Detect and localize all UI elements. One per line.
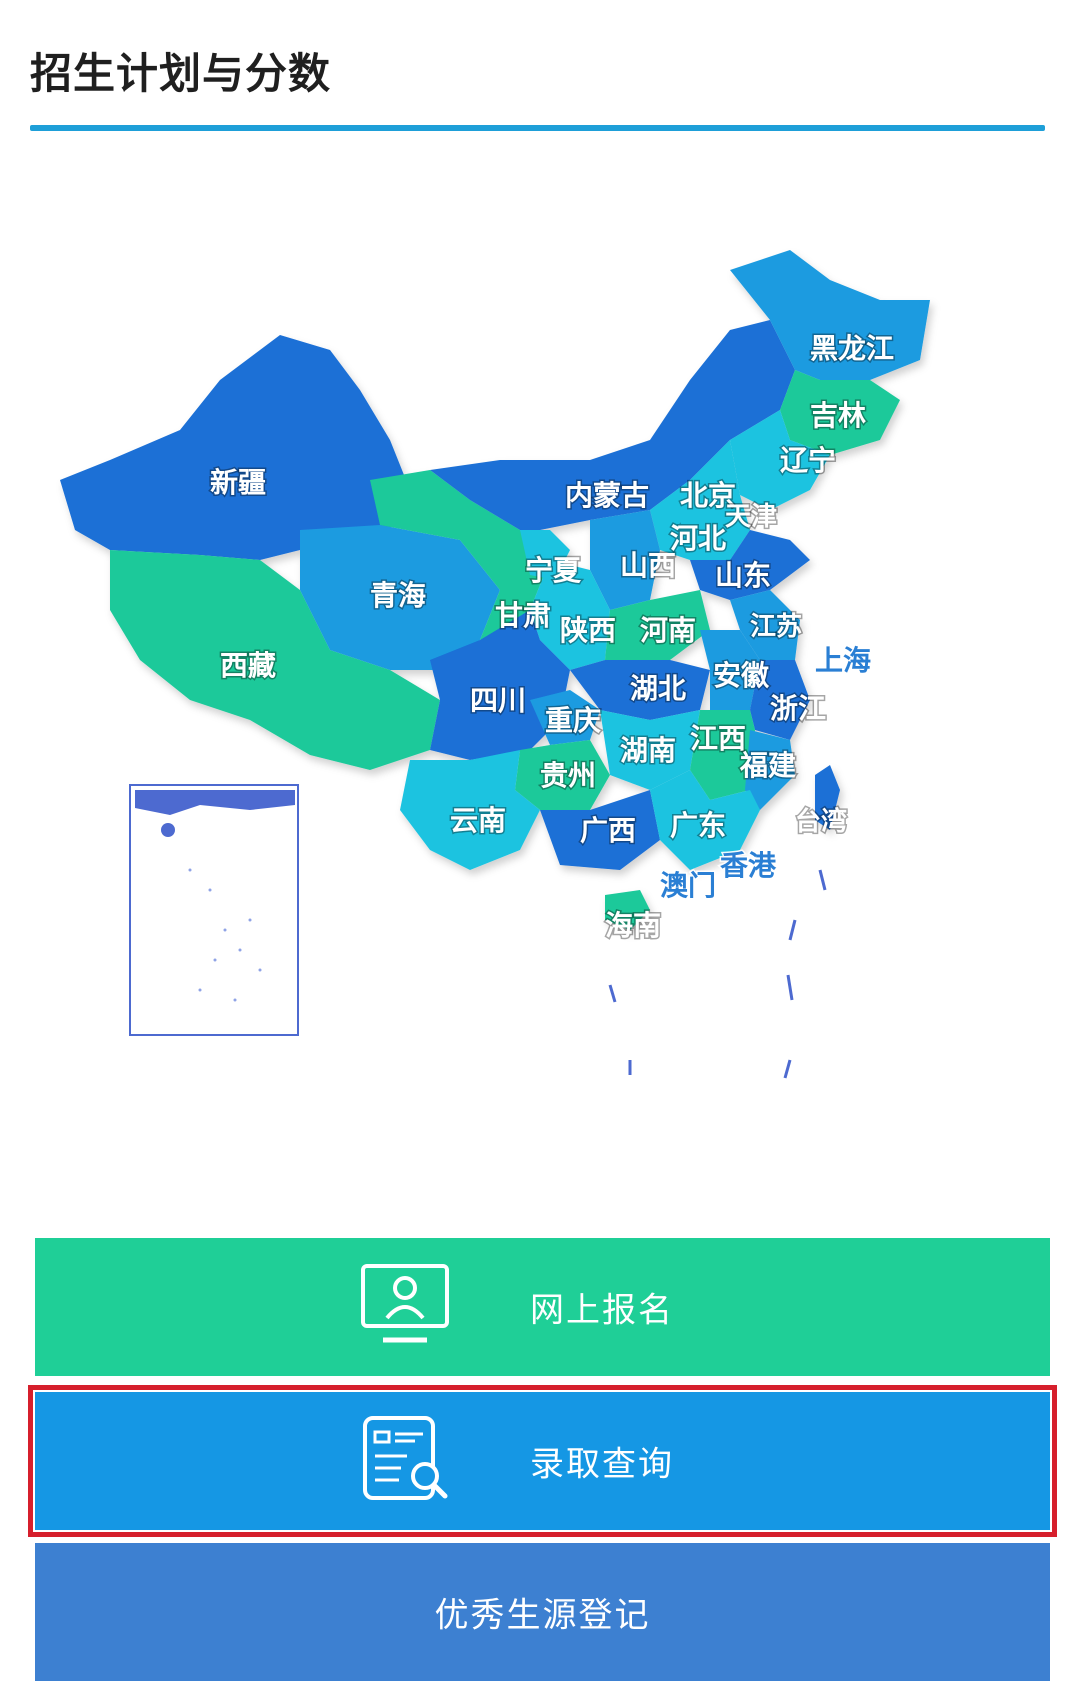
- province-label[interactable]: 宁夏: [524, 553, 584, 589]
- province-label[interactable]: 内蒙古: [564, 478, 651, 514]
- province-label[interactable]: 贵州: [539, 758, 598, 794]
- province-label[interactable]: 甘肃: [494, 598, 553, 634]
- province-label[interactable]: 山西: [619, 548, 678, 584]
- china-map[interactable]: 黑龙江 吉林 辽宁 内蒙古 北京 天津 河北 新疆 宁夏 山西 山东 青海 甘肃 陕西 河南 江苏 西藏 上海 安徽…: [50, 230, 1050, 1170]
- document-search-icon: [363, 1416, 448, 1500]
- province-label[interactable]: 香港: [719, 848, 779, 884]
- page-title: 招生计划与分数: [30, 49, 332, 98]
- province-label[interactable]: 海南: [604, 908, 663, 944]
- province-label[interactable]: 西藏: [219, 648, 278, 684]
- excellent-student-registration-label: 优秀生源登记: [434, 1595, 651, 1636]
- province-label[interactable]: 吉林: [809, 398, 868, 434]
- province-label[interactable]: 江苏: [749, 611, 804, 644]
- region-xinjiang[interactable]: [60, 335, 410, 560]
- excellent-student-registration-button[interactable]: 优秀生源登记: [35, 1543, 1050, 1681]
- province-label[interactable]: 河北: [669, 521, 728, 557]
- province-label[interactable]: 重庆: [544, 703, 603, 739]
- province-label[interactable]: 湖南: [619, 733, 678, 769]
- province-label[interactable]: 青海: [369, 578, 428, 614]
- province-label[interactable]: 广东: [669, 808, 728, 844]
- monitor-user-icon: [361, 1264, 449, 1343]
- province-label[interactable]: 新疆: [209, 465, 268, 501]
- province-label[interactable]: 云南: [449, 803, 508, 839]
- province-label[interactable]: 上海: [814, 643, 873, 679]
- online-registration-label: 网上报名: [530, 1290, 674, 1331]
- online-registration-button[interactable]: 网上报名: [35, 1238, 1050, 1376]
- province-label[interactable]: 四川: [469, 683, 528, 719]
- admission-query-button[interactable]: 录取查询: [35, 1392, 1050, 1530]
- province-label[interactable]: 浙江: [769, 691, 828, 727]
- province-label[interactable]: 湖北: [629, 671, 688, 707]
- province-label[interactable]: 河南: [639, 613, 698, 649]
- province-label[interactable]: 福建: [738, 748, 798, 784]
- admission-query-label: 录取查询: [530, 1444, 674, 1485]
- province-label[interactable]: 澳门: [659, 868, 718, 904]
- province-label[interactable]: 天津: [724, 501, 779, 534]
- province-label[interactable]: 台湾: [794, 805, 849, 839]
- province-label[interactable]: 陕西: [559, 613, 618, 649]
- province-label[interactable]: 黑龙江: [809, 331, 896, 367]
- province-label[interactable]: 安徽: [712, 658, 772, 694]
- south-china-sea-inset: [129, 784, 299, 1036]
- province-label[interactable]: 山东: [714, 558, 773, 594]
- province-label[interactable]: 广西: [579, 813, 638, 849]
- province-label[interactable]: 江西: [689, 721, 748, 757]
- province-label[interactable]: 辽宁: [779, 443, 838, 479]
- title-divider: [30, 125, 1045, 131]
